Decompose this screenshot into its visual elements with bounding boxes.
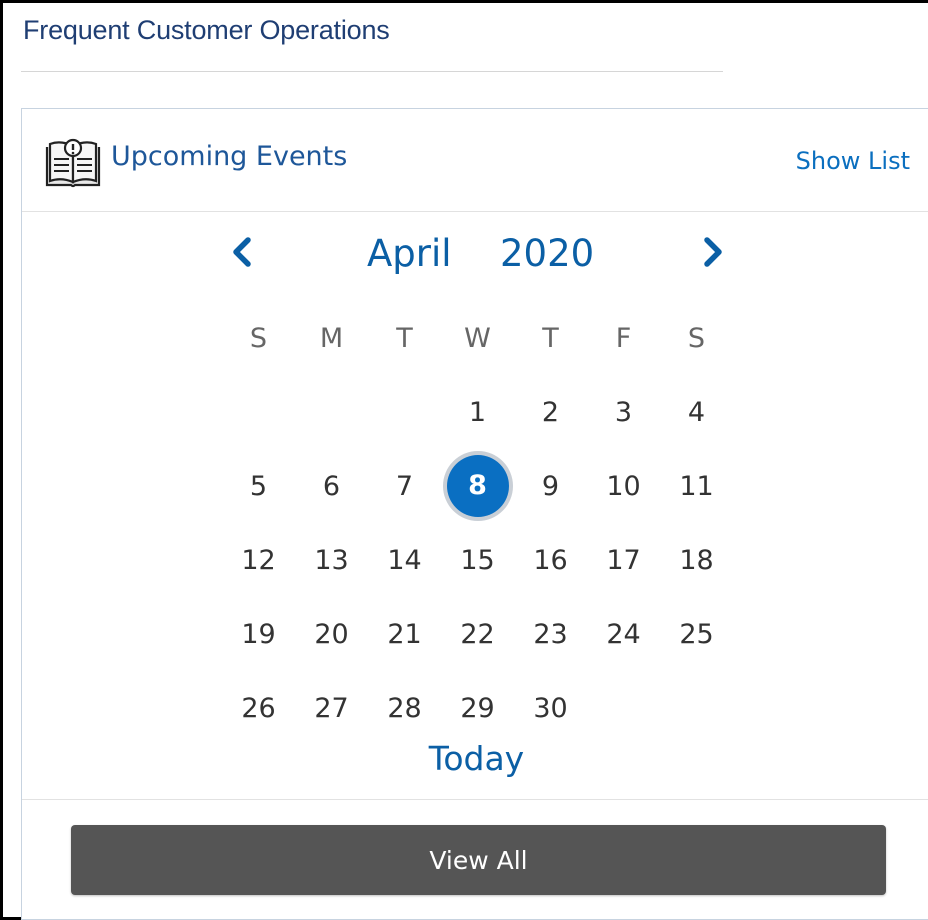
footer-divider xyxy=(22,799,928,800)
card-title: Upcoming Events xyxy=(111,141,348,172)
calendar-week-row: 12 13 14 15 16 17 18 xyxy=(222,523,733,597)
day-cell[interactable]: 29 xyxy=(441,693,514,724)
day-cell[interactable]: 12 xyxy=(222,545,295,576)
day-cell[interactable]: 21 xyxy=(368,619,441,650)
day-cell[interactable]: 19 xyxy=(222,619,295,650)
day-cell[interactable]: 1 xyxy=(441,397,514,428)
calendar-week-row: 1 2 3 4 xyxy=(222,375,733,449)
day-cell[interactable]: 13 xyxy=(295,545,368,576)
title-divider xyxy=(21,71,723,72)
day-cell[interactable]: 27 xyxy=(295,693,368,724)
day-cell[interactable]: 6 xyxy=(295,471,368,502)
calendar-week-row: 19 20 21 22 23 24 25 xyxy=(222,597,733,671)
upcoming-events-card: Upcoming Events Show List April 2020 S M… xyxy=(21,108,928,920)
weekday-label: S xyxy=(249,322,268,354)
day-cell[interactable]: 24 xyxy=(587,619,660,650)
day-cell[interactable]: 10 xyxy=(587,471,660,502)
day-cell[interactable]: 7 xyxy=(368,471,441,502)
weekday-label: M xyxy=(319,322,344,354)
day-cell[interactable]: 15 xyxy=(441,545,514,576)
weekday-label: W xyxy=(464,322,491,354)
day-cell[interactable]: 16 xyxy=(514,545,587,576)
weekday-header-row: S M T W T F S xyxy=(222,301,733,375)
card-header: Upcoming Events Show List xyxy=(22,109,928,212)
weekday-label: S xyxy=(687,322,706,354)
window-frame: Frequent Customer Operations Upcoming Ev… xyxy=(0,0,928,920)
chevron-right-icon[interactable] xyxy=(698,234,728,270)
day-cell[interactable]: 4 xyxy=(660,397,733,428)
day-cell[interactable]: 14 xyxy=(368,545,441,576)
day-cell[interactable]: 22 xyxy=(441,619,514,650)
day-cell[interactable]: 2 xyxy=(514,397,587,428)
year-label: 2020 xyxy=(500,232,595,275)
day-cell[interactable]: 5 xyxy=(222,471,295,502)
day-cell[interactable]: 17 xyxy=(587,545,660,576)
view-all-button[interactable]: View All xyxy=(71,825,886,895)
day-cell[interactable]: 26 xyxy=(222,693,295,724)
day-cell[interactable]: 3 xyxy=(587,397,660,428)
month-label: April xyxy=(367,232,452,275)
day-cell[interactable]: 30 xyxy=(514,693,587,724)
page-title: Frequent Customer Operations xyxy=(23,15,390,45)
calendar-week-row: 5 6 7 8 9 10 11 xyxy=(222,449,733,523)
day-cell[interactable]: 25 xyxy=(660,619,733,650)
book-info-icon xyxy=(45,138,101,188)
chevron-left-icon[interactable] xyxy=(227,234,257,270)
day-cell[interactable]: 18 xyxy=(660,545,733,576)
weekday-label: F xyxy=(615,322,632,354)
weekday-label: T xyxy=(396,322,413,354)
day-cell[interactable]: 20 xyxy=(295,619,368,650)
selected-day-marker[interactable]: 8 xyxy=(446,455,509,517)
day-cell[interactable]: 23 xyxy=(514,619,587,650)
calendar-grid: S M T W T F S 1 2 3 4 5 6 7 8 9 10 11 12… xyxy=(222,301,733,745)
today-link[interactable]: Today xyxy=(22,739,928,778)
day-cell[interactable]: 11 xyxy=(660,471,733,502)
day-cell[interactable]: 28 xyxy=(368,693,441,724)
day-cell[interactable]: 9 xyxy=(514,471,587,502)
show-list-link[interactable]: Show List xyxy=(796,147,910,175)
selected-day-cell[interactable]: 8 xyxy=(441,455,514,517)
weekday-label: T xyxy=(542,322,559,354)
calendar-week-row: 26 27 28 29 30 xyxy=(222,671,733,745)
